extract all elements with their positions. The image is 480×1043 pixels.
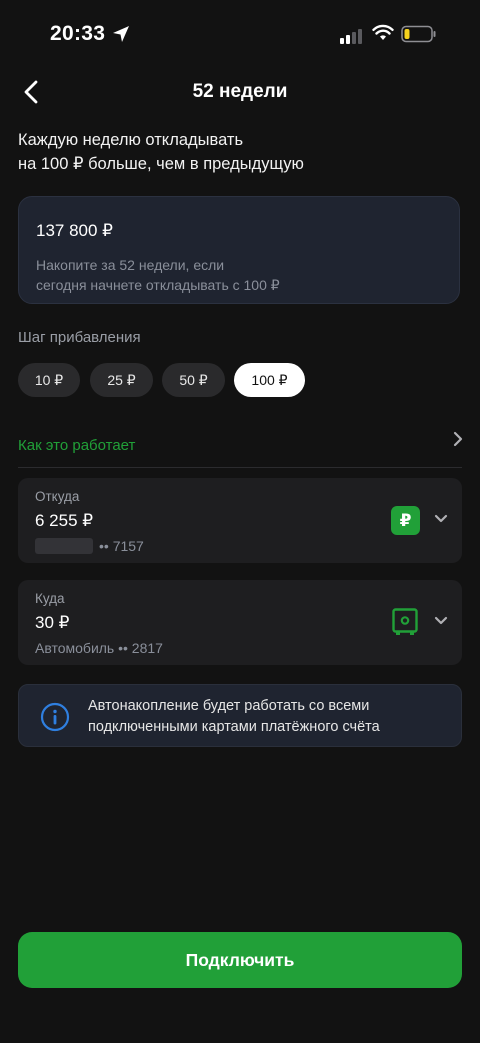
info-text: Автонакопление будет работать со всеми п… <box>88 696 448 738</box>
blurred-account-name <box>35 538 93 554</box>
from-account-masked: •• 7157 <box>99 538 144 554</box>
safe-icon <box>392 608 418 635</box>
to-account-label: Куда <box>35 591 65 606</box>
summary-desc-line-2: сегодня начнете откладывать с 100 ₽ <box>36 277 280 293</box>
step-label: Шаг прибавления <box>18 329 141 346</box>
divider <box>18 467 462 468</box>
info-line-1: Автонакопление будет работать со всеми <box>88 698 370 714</box>
summary-amount: 137 800 ₽ <box>36 221 113 240</box>
chevron-right-icon <box>453 431 463 447</box>
chevron-down-icon <box>434 616 448 625</box>
from-account-label: Откуда <box>35 489 80 504</box>
info-line-2: подключенными картами платёжного счёта <box>88 719 380 735</box>
chevron-down-icon <box>434 514 448 523</box>
step-chip-10[interactable]: 10 ₽ <box>18 363 80 397</box>
status-bar: 20:33 <box>0 0 480 70</box>
info-card: Автонакопление будет работать со всеми п… <box>18 684 462 747</box>
intro-line-1: Каждую неделю откладывать <box>18 131 244 149</box>
page-title: 52 недели <box>192 81 288 102</box>
connect-button[interactable]: Подключить <box>18 932 462 988</box>
how-it-works-label: Как это работает <box>18 437 136 454</box>
header: 52 недели <box>0 72 480 112</box>
ruble-card-icon: ₽ <box>391 506 420 535</box>
step-chip-100[interactable]: 100 ₽ <box>234 363 305 397</box>
from-account-number: •• 7157 <box>35 538 144 554</box>
from-account-amount: 6 255 ₽ <box>35 511 94 530</box>
summary-desc-line-1: Накопите за 52 недели, если <box>36 257 225 273</box>
location-arrow-icon <box>113 26 129 42</box>
how-it-works-link[interactable]: Как это работает <box>18 430 464 460</box>
to-account-card[interactable]: Куда 30 ₽ Автомобиль •• 2817 <box>18 580 462 665</box>
step-chip-25[interactable]: 25 ₽ <box>90 363 153 397</box>
battery-icon <box>401 25 436 43</box>
summary-card: 137 800 ₽ Накопите за 52 недели, если се… <box>18 196 460 304</box>
step-chip-50[interactable]: 50 ₽ <box>162 363 225 397</box>
to-account-name: Автомобиль •• 2817 <box>35 640 163 656</box>
summary-description: Накопите за 52 недели, если сегодня начн… <box>36 255 436 295</box>
intro-line-2: на 100 ₽ больше, чем в предыдущую <box>18 155 304 173</box>
from-account-card[interactable]: Откуда 6 255 ₽ •• 7157 ₽ <box>18 478 462 563</box>
wifi-icon <box>372 24 394 40</box>
status-time: 20:33 <box>50 22 106 45</box>
info-icon <box>40 702 70 732</box>
signal-icon <box>340 29 362 44</box>
to-account-amount: 30 ₽ <box>35 613 70 632</box>
intro-text: Каждую неделю откладывать на 100 ₽ больш… <box>18 128 458 176</box>
